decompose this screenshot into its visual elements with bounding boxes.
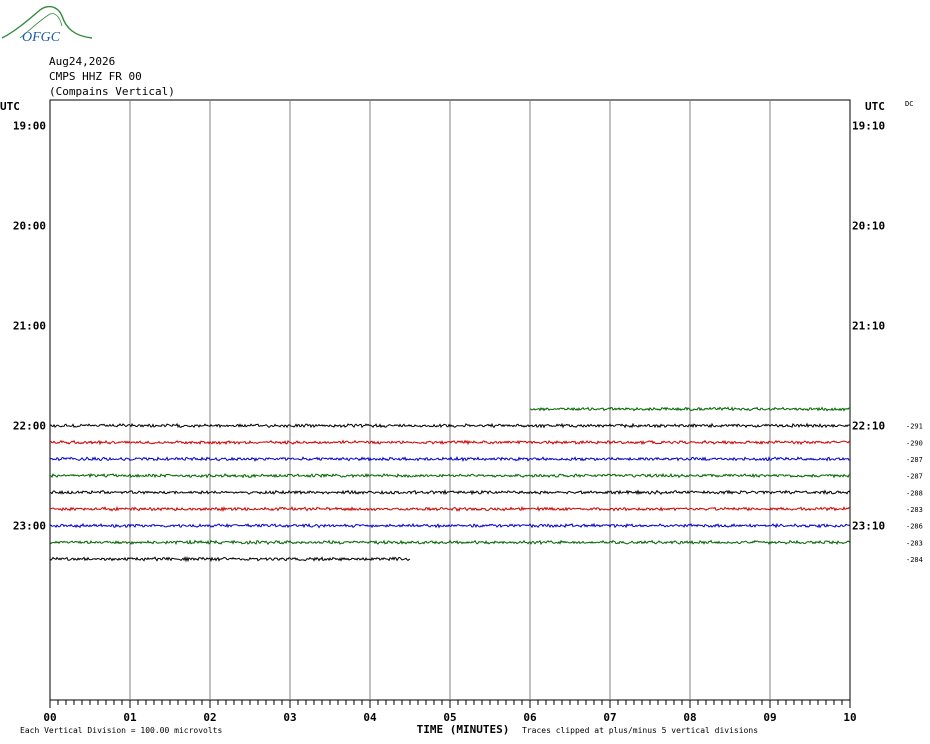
- left-hour-label: 22:00: [13, 420, 46, 433]
- x-axis-title: TIME (MINUTES): [417, 723, 510, 736]
- x-tick-label-00: 00: [43, 711, 56, 724]
- dc-value: -287: [906, 473, 923, 481]
- dc-value: -283: [906, 506, 923, 514]
- ofgc-logo: OFGC: [1, 5, 93, 45]
- footer-clip-note: Traces clipped at plus/minus 5 vertical …: [522, 726, 758, 735]
- helicorder-plot: OFGC 00 01 02 03 04 05 06 07 08 09 10UTC UTC DC19:00…: [0, 5, 923, 736]
- left-hour-label: 19:00: [13, 120, 46, 133]
- dc-value: -287: [906, 456, 923, 464]
- x-tick-label-06: 06: [523, 711, 537, 724]
- x-tick-label-10: 10: [843, 711, 856, 724]
- dc-value: -286: [906, 523, 923, 531]
- trace-row-27: [49, 555, 411, 563]
- right-hour-label: 21:10: [852, 320, 885, 333]
- x-tick-label-02: 02: [203, 711, 216, 724]
- x-tick-label-09: 09: [763, 711, 776, 724]
- dc-value: -288: [906, 489, 923, 497]
- right-utc-label: UTC: [865, 100, 885, 113]
- x-ticks: [49, 700, 851, 708]
- left-utc-label: UTC: [0, 100, 20, 113]
- logo-text: OFGC: [22, 30, 61, 45]
- dc-value: -283: [906, 539, 923, 547]
- x-tick-label-03: 03: [283, 711, 296, 724]
- dc-value: -291: [906, 423, 923, 431]
- x-tick-label-07: 07: [603, 711, 616, 724]
- dc-value: -284: [906, 556, 923, 564]
- x-tick-label-01: 01: [123, 711, 137, 724]
- dc-value: -290: [906, 439, 923, 447]
- x-tick-label-04: 04: [363, 711, 377, 724]
- right-hour-label: 19:10: [852, 120, 885, 133]
- right-hour-label: 20:10: [852, 220, 885, 233]
- right-hour-label: 23:10: [852, 520, 885, 533]
- left-hour-label: 21:00: [13, 320, 46, 333]
- right-hour-label: 22:10: [852, 420, 885, 433]
- axis-labels: 00 01 02 03 04 05 06 07 08 09 10UTC UTC DC19:0020:00…: [0, 100, 923, 736]
- x-tick-label-08: 08: [683, 711, 696, 724]
- grid-lines: [129, 100, 771, 700]
- footer-scale-note: Each Vertical Division = 100.00 microvol…: [20, 726, 222, 735]
- left-hour-label: 20:00: [13, 220, 46, 233]
- dc-label: DC: [905, 100, 913, 108]
- left-hour-label: 23:00: [13, 520, 46, 533]
